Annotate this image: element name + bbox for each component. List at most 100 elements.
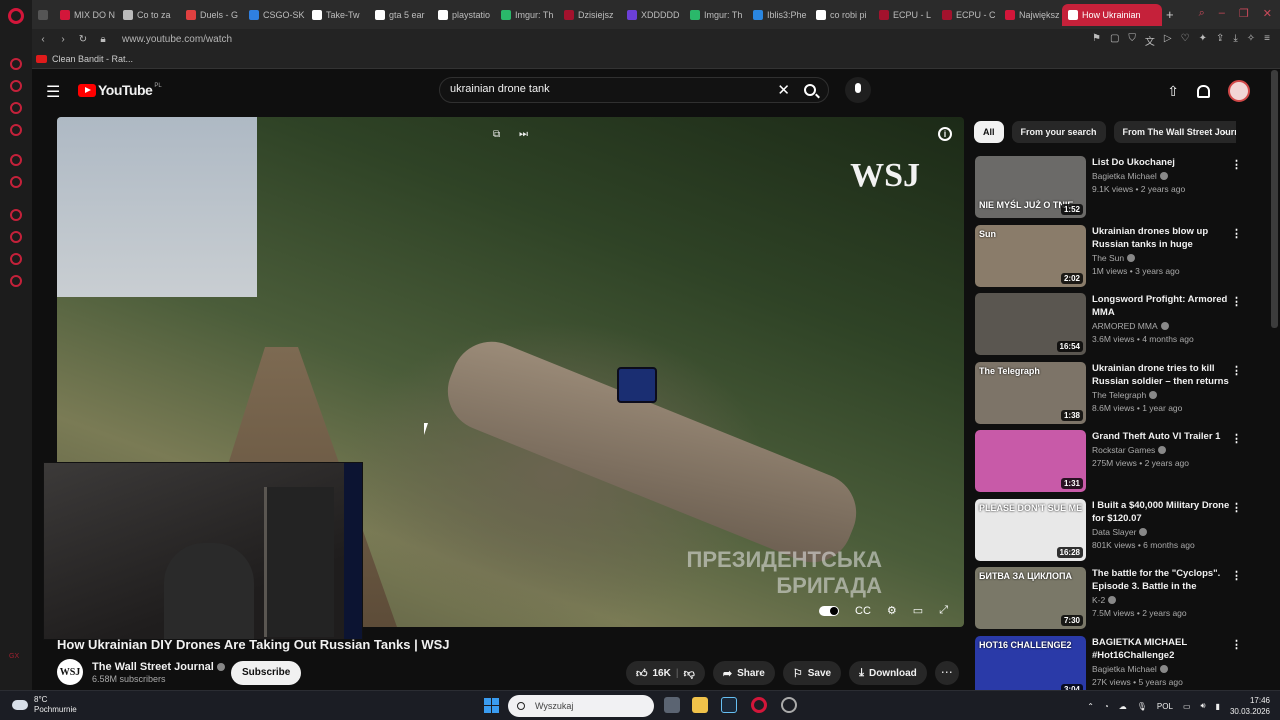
filter-chip[interactable]: From your search xyxy=(1011,121,1106,143)
browser-tab[interactable]: gta 5 ear xyxy=(369,4,432,26)
ai-icon[interactable]: ✧ xyxy=(1247,33,1255,48)
video-thumbnail[interactable]: 16:54 xyxy=(975,293,1086,355)
task-view-icon[interactable] xyxy=(664,697,680,713)
sidebar-extensions-icon[interactable] xyxy=(10,253,22,265)
battery-icon[interactable]: ▮ xyxy=(1216,702,1220,711)
menu-icon[interactable]: ≡ xyxy=(1264,33,1270,48)
video-thumbnail[interactable]: 1:31 xyxy=(975,430,1086,492)
recommended-title[interactable]: The battle for the "Cyclops". Episode 3.… xyxy=(1092,567,1230,594)
browser-tab[interactable]: ECPU - C xyxy=(936,4,999,26)
windows-start-icon[interactable] xyxy=(484,698,499,713)
recommended-channel[interactable]: Data Slayer xyxy=(1092,527,1148,537)
filter-chip[interactable]: From The Wall Street Journal xyxy=(1113,121,1236,143)
settings-gear-icon[interactable]: ⚙ xyxy=(887,604,897,617)
hamburger-menu-icon[interactable]: ☰ xyxy=(46,82,60,102)
more-options-icon[interactable]: ⋮ xyxy=(1231,295,1242,308)
tray-chevron-icon[interactable]: ⌃ xyxy=(1087,702,1094,711)
recommended-video[interactable]: NIE MYŚL JUŻ O TNIE 1:52 List Do Ukochanej… xyxy=(975,156,1245,220)
subscribe-button[interactable]: Subscribe xyxy=(231,661,302,685)
bookmark-item[interactable]: Clean Bandit - Rat... xyxy=(52,54,133,64)
heart-icon[interactable]: ♡ xyxy=(1181,33,1190,48)
taskbar-search[interactable]: Wyszukaj xyxy=(508,695,654,717)
snapshot-icon[interactable]: ▢ xyxy=(1110,33,1119,48)
clock[interactable]: 17:46 30.03.2026 xyxy=(1230,695,1270,717)
close-window-icon[interactable]: ✕ xyxy=(1263,7,1272,20)
tray-app-icon[interactable]: ◔ xyxy=(1104,702,1109,711)
miniplayer-icon[interactable]: ⧉ xyxy=(493,129,500,140)
recommended-title[interactable]: List Do Ukochanej xyxy=(1092,156,1230,169)
browser-tab[interactable]: MIX DO N xyxy=(54,4,117,26)
recommended-channel[interactable]: K-2 xyxy=(1092,595,1117,605)
more-options-icon[interactable]: ⋮ xyxy=(1231,638,1242,651)
clear-search-icon[interactable]: ✕ xyxy=(777,81,790,99)
search-icon[interactable] xyxy=(804,84,816,96)
weather-widget[interactable]: 8°C Pochmurnie xyxy=(12,695,77,715)
next-video-icon[interactable]: ⏭ xyxy=(519,129,528,140)
share-icon[interactable]: ⇪ xyxy=(1216,33,1224,48)
scrollbar[interactable] xyxy=(1271,70,1278,328)
browser-tab[interactable]: Dzisiejsz xyxy=(558,4,621,26)
channel-name[interactable]: The Wall Street Journal xyxy=(92,661,225,673)
browser-tab[interactable]: CSGO-SK xyxy=(243,4,306,26)
new-tab-icon[interactable]: + xyxy=(1166,7,1174,22)
forward-icon[interactable]: › xyxy=(54,34,72,45)
video-thumbnail[interactable]: The Telegraph 1:38 xyxy=(975,361,1086,424)
browser-tab[interactable]: XDDDDD xyxy=(621,4,684,26)
captions-icon[interactable]: CC xyxy=(855,605,871,617)
browser-tab[interactable]: Imgur: Th xyxy=(495,4,558,26)
settings-taskbar-icon[interactable] xyxy=(781,697,797,713)
sidebar-messenger-icon[interactable] xyxy=(10,102,22,114)
more-options-icon[interactable]: ⋮ xyxy=(1231,158,1242,171)
thumbs-down-icon[interactable]: 👎︎ xyxy=(684,667,695,680)
back-icon[interactable]: ‹ xyxy=(34,34,52,45)
volume-icon[interactable]: 🔊︎ xyxy=(1201,701,1206,711)
more-options-icon[interactable]: ⋮ xyxy=(1231,569,1242,582)
tab-spaces[interactable] xyxy=(32,4,54,26)
voice-search-icon[interactable] xyxy=(845,77,871,103)
browser-tab[interactable]: Imgur: Th xyxy=(684,4,747,26)
language-indicator[interactable]: POL xyxy=(1157,702,1173,711)
bookmark-icon[interactable]: ⚑ xyxy=(1092,33,1101,48)
like-button[interactable]: 👍︎ 16K | 👎︎ xyxy=(626,661,705,685)
search-input[interactable] xyxy=(450,83,770,95)
monitor-icon[interactable]: ▭ xyxy=(1183,702,1191,711)
sidebar-bag-icon[interactable] xyxy=(10,80,22,92)
video-thumbnail[interactable]: HOT16 CHALLENGE2 3:04 xyxy=(975,635,1086,698)
steam-icon[interactable] xyxy=(721,697,737,713)
browser-tab[interactable]: Co to za xyxy=(117,4,180,26)
recommended-title[interactable]: Longsword Profight: Armored MMA xyxy=(1092,293,1230,319)
browser-tab[interactable]: Największ xyxy=(999,4,1062,26)
upload-icon[interactable]: ⇧ xyxy=(1167,83,1179,100)
recommended-channel[interactable]: Rockstar Games xyxy=(1092,445,1167,455)
browser-tab[interactable]: playstatio xyxy=(432,4,495,26)
microphone-icon[interactable]: 🎙︎ xyxy=(1137,702,1147,711)
video-thumbnail[interactable]: Sun 2:02 xyxy=(975,224,1086,287)
translate-icon[interactable]: 文 xyxy=(1145,33,1155,48)
recommended-channel[interactable]: Bagietka Michael xyxy=(1092,171,1168,181)
player-icon[interactable]: ▷ xyxy=(1164,33,1172,48)
more-options-icon[interactable]: ⋮ xyxy=(1231,227,1242,240)
sidebar-twitch-icon[interactable] xyxy=(10,154,22,166)
download-button[interactable]: ⤓ Download xyxy=(849,661,927,685)
more-options-icon[interactable]: ⋮ xyxy=(1231,432,1242,445)
browser-tab[interactable]: Iblis3:Phe xyxy=(747,4,810,26)
recommended-title[interactable]: I Built a $40,000 Military Drone for $12… xyxy=(1092,499,1230,525)
vpn-icon[interactable]: ⛉ xyxy=(1128,33,1136,48)
recommended-channel[interactable]: The Telegraph xyxy=(1092,390,1158,400)
sidebar-home-icon[interactable] xyxy=(10,58,22,70)
opera-logo-icon[interactable] xyxy=(8,8,24,24)
tab-active[interactable]: How Ukrainian xyxy=(1062,3,1162,26)
download-icon[interactable]: ⤓ xyxy=(1233,33,1237,48)
minimize-icon[interactable]: – xyxy=(1219,7,1225,20)
account-avatar[interactable] xyxy=(1228,80,1250,102)
file-explorer-icon[interactable] xyxy=(692,697,708,713)
recommended-video[interactable]: Sun 2:02 Ukrainian drones blow up Russian … xyxy=(975,224,1245,289)
share-button[interactable]: ➦ Share xyxy=(712,661,775,685)
reload-icon[interactable]: ↻ xyxy=(74,34,92,45)
notifications-bell-icon[interactable] xyxy=(1197,84,1210,98)
url-field[interactable]: www.youtube.com/watch xyxy=(122,34,232,45)
more-actions-icon[interactable]: ⋯ xyxy=(934,661,959,685)
recommended-channel[interactable]: The Sun xyxy=(1092,253,1136,263)
filter-chip[interactable]: All xyxy=(974,121,1004,143)
sidebar-settings-icon[interactable] xyxy=(10,275,22,287)
